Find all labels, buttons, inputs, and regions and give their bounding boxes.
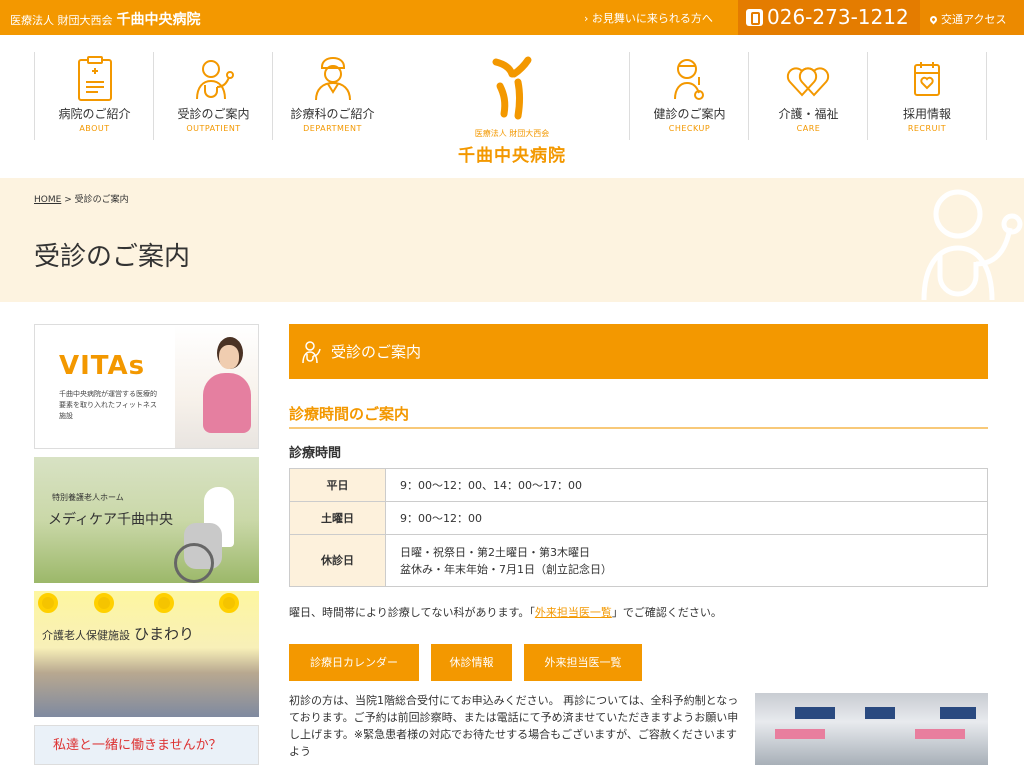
table-row: 土曜日 9：00〜12：00 <box>289 501 988 535</box>
logo-mark-icon <box>492 56 532 120</box>
table-row: 平日 9：00〜12：00、14：00〜17：00 <box>289 468 988 502</box>
intro-paragraph: 初診の方は、当院1階総合受付にてお申込みください。 再診については、全科予約制と… <box>289 694 739 758</box>
sunflower-icon <box>219 593 239 613</box>
nav-outpatient[interactable]: 受診のご案内 OUTPATIENT <box>153 52 273 140</box>
banner-photo <box>175 325 258 448</box>
phone-icon <box>746 9 763 26</box>
hours-note: 曜日、時間帯により診療してない科があります。「外来担当医一覧」でご確認ください。 <box>289 606 722 619</box>
org-name[interactable]: 医療法人 財団大西会 千曲中央病院 <box>10 9 201 29</box>
nav-department[interactable]: 診療科のご紹介 DEPARTMENT <box>272 52 392 140</box>
doctor-list-link[interactable]: 外来担当医一覧 <box>535 606 612 619</box>
table-row: 休診日 日曜・祝祭日・第2土曜日・第3木曜日 盆休み・年末年始・7月1日（創立記… <box>289 534 988 587</box>
hours-subheading: 診療時間 <box>289 446 342 461</box>
breadcrumb-home[interactable]: HOME <box>34 195 61 205</box>
breadcrumb-current: 受診のご案内 <box>74 195 129 205</box>
sunflower-icon <box>38 593 58 613</box>
banner-medicare[interactable]: 特別養護老人ホーム メディケア千曲中央 <box>34 457 259 583</box>
hours-heading: 診療時間のご案内 <box>289 403 988 429</box>
doctor-icon <box>314 56 351 101</box>
nav-checkup[interactable]: 健診のご案内 CHECKUP <box>629 52 749 140</box>
nav-recruit[interactable]: 採用情報 RECRUIT <box>867 52 987 140</box>
sunflower-icon <box>94 593 114 613</box>
closure-info-button[interactable]: 休診情報 <box>431 644 512 681</box>
clipboard-icon <box>77 56 112 101</box>
hours-table: 平日 9：00〜12：00、14：00〜17：00 土曜日 9：00〜12：00… <box>289 468 988 587</box>
calendar-button[interactable]: 診療日カレンダー <box>289 644 419 681</box>
top-bar: 医療法人 財団大西会 千曲中央病院 › お見舞いに来られる方へ 026-273-1… <box>0 0 1024 35</box>
map-pin-icon <box>928 14 939 25</box>
patient-stethoscope-icon <box>195 60 234 100</box>
page-hero: HOME > 受診のご案内 受診のご案内 <box>0 178 1024 302</box>
wheelchair-icon <box>174 543 214 583</box>
hospital-logo[interactable]: 医療法人 財団大西会 千曲中央病院 <box>450 52 574 166</box>
banner-himawari[interactable]: 介護老人保健施設 ひまわり <box>34 591 259 717</box>
visit-link[interactable]: › お見舞いに来られる方へ <box>584 10 713 26</box>
hearts-icon <box>786 67 829 97</box>
phone-number[interactable]: 026-273-1212 <box>738 0 920 35</box>
banner-recruit[interactable]: 私達と一緒に働きませんか？ <box>34 725 259 765</box>
access-link[interactable]: 交通アクセス <box>920 0 1024 35</box>
nurse-stethoscope-icon <box>673 59 704 100</box>
breadcrumb: HOME > 受診のご案内 <box>34 195 129 205</box>
reception-photo <box>755 693 988 765</box>
patient-icon <box>302 341 321 364</box>
sunflower-icon <box>154 593 174 613</box>
nav-about[interactable]: 病院のご紹介 ABOUT <box>34 52 154 140</box>
hero-patient-icon <box>921 189 1023 300</box>
banner-vitas[interactable]: VITAs 千曲中央病院が運営する医療的要素を取り入れたフィットネス施設 <box>34 324 259 449</box>
calendar-heart-icon <box>914 62 940 96</box>
section-title-bar: 受診のご案内 <box>289 324 988 379</box>
chevron-right-icon: › <box>584 12 589 25</box>
page-title: 受診のご案内 <box>34 242 191 272</box>
nav-care[interactable]: 介護・福祉 CARE <box>748 52 868 140</box>
doctor-list-button[interactable]: 外来担当医一覧 <box>524 644 642 681</box>
